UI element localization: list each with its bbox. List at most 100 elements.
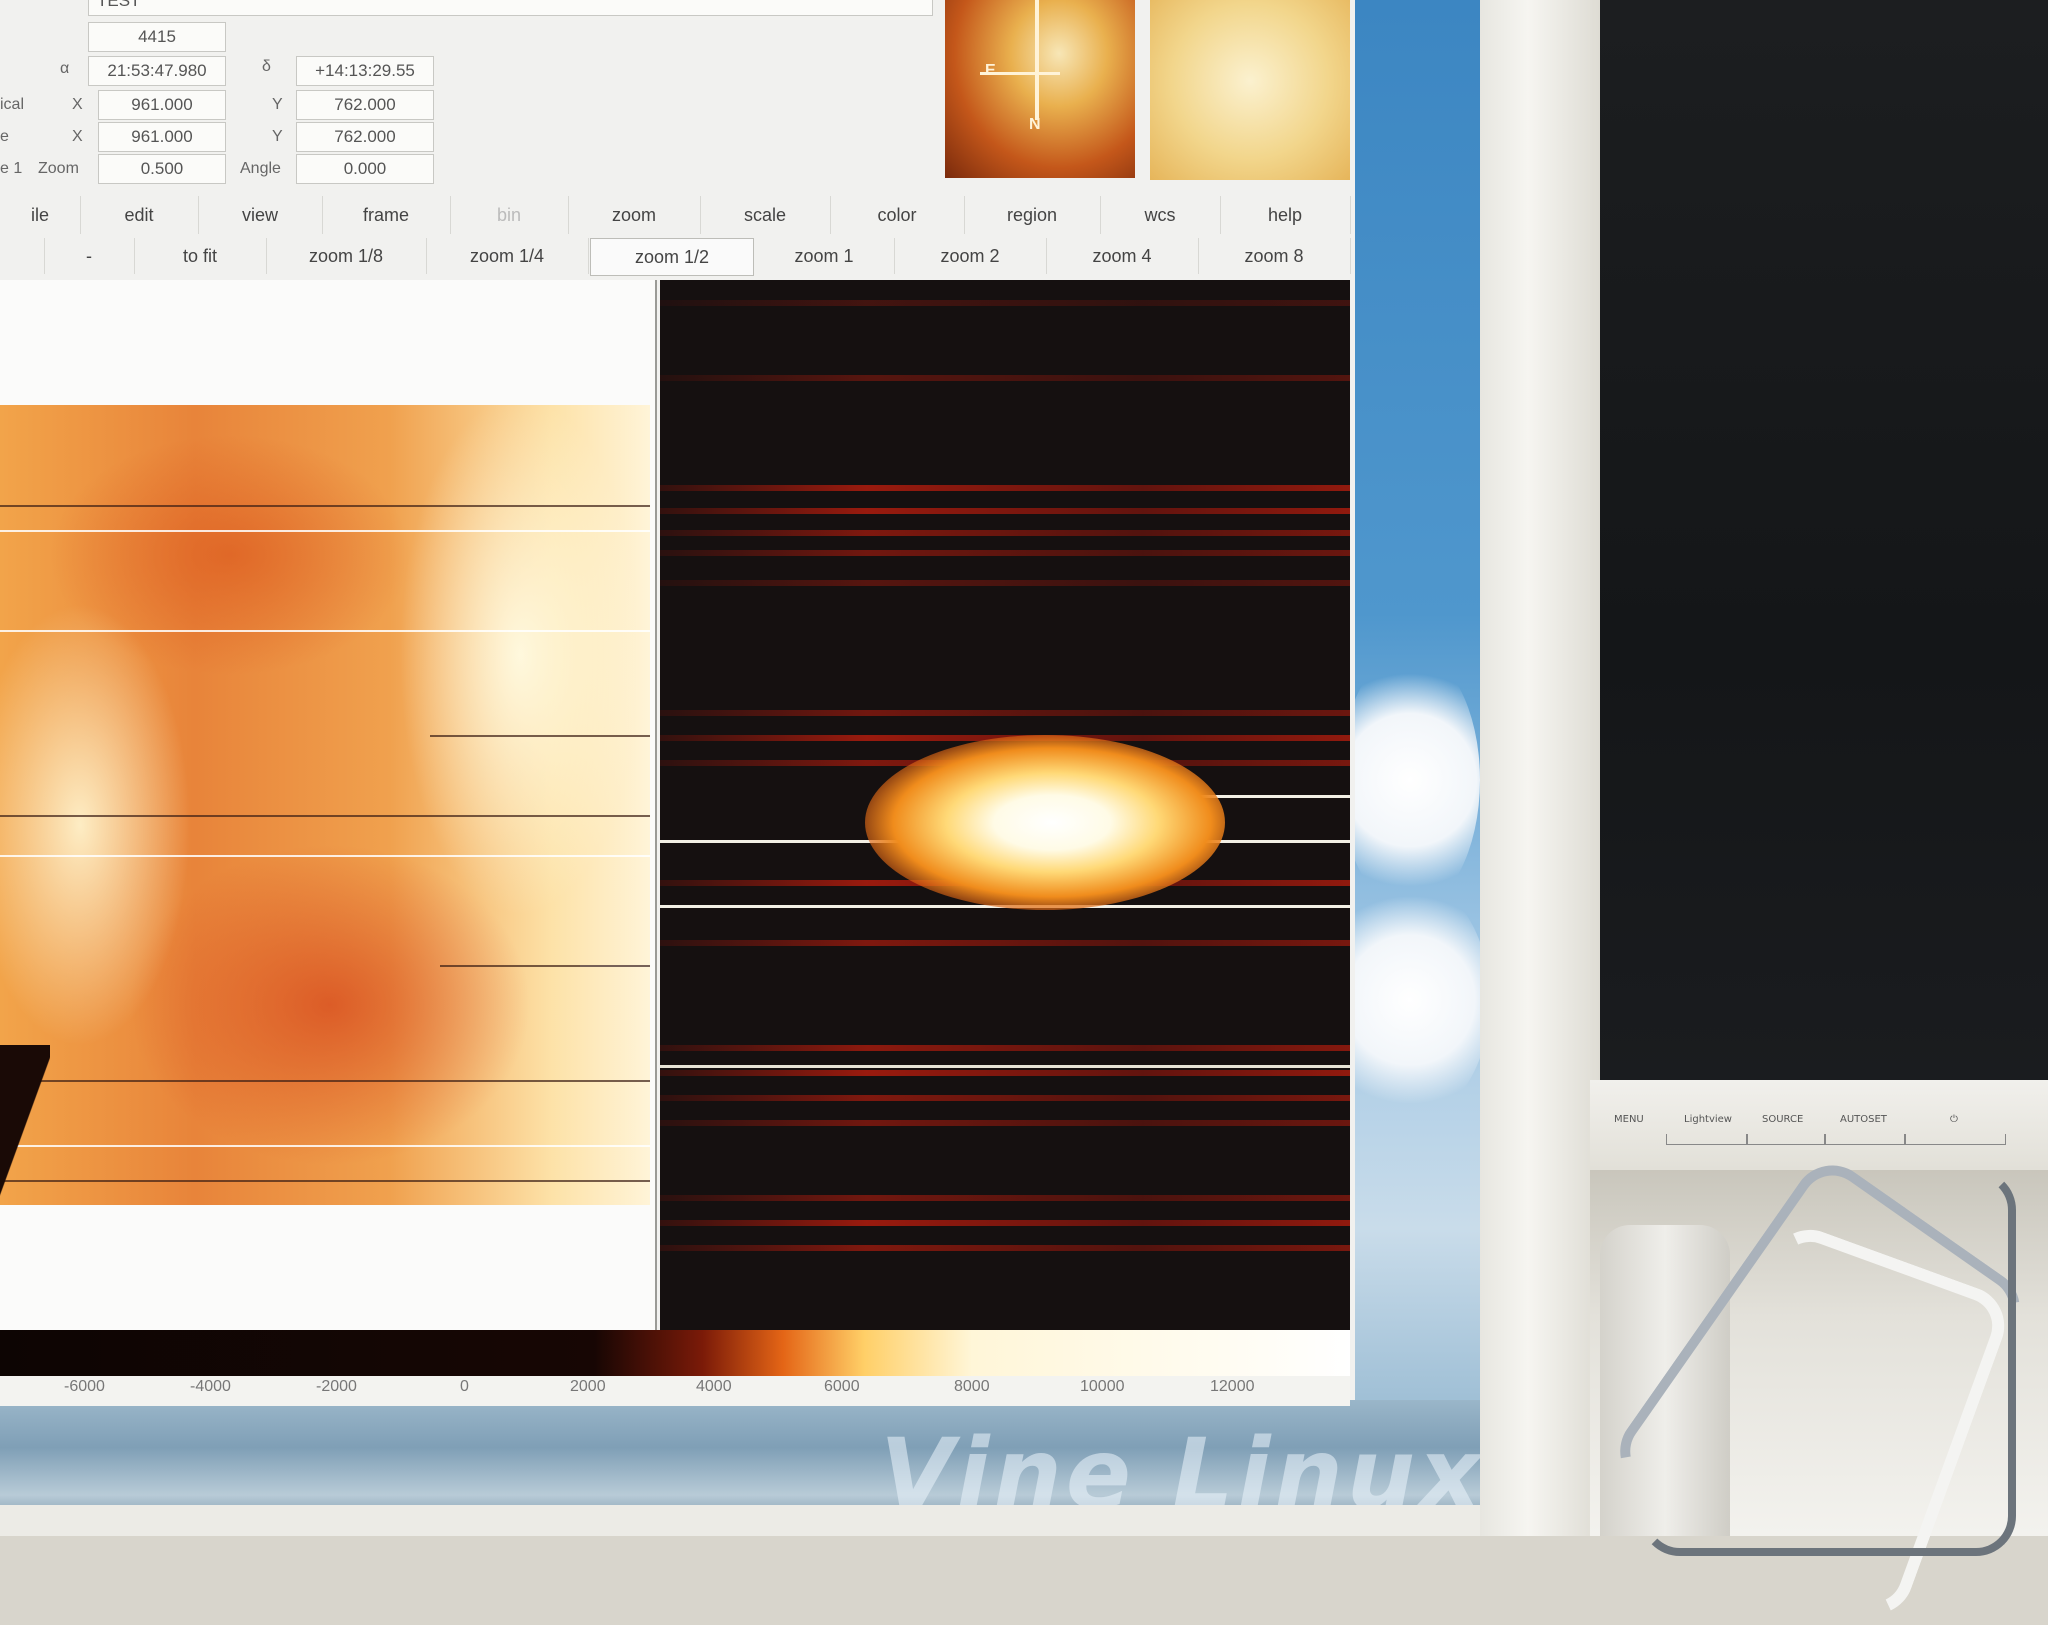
spectral-streak [660, 1245, 1350, 1251]
detector-line [0, 530, 650, 532]
zoom-4-button[interactable]: zoom 4 [1046, 238, 1199, 274]
colorbar-tick: -2000 [316, 1378, 357, 1395]
monitor-menu-button[interactable]: MENU [1614, 1114, 1644, 1125]
spectral-streak [660, 580, 1350, 586]
zoom-to-fit-button[interactable]: to fit [134, 238, 267, 274]
menu-frame[interactable]: frame [322, 196, 451, 234]
physical-y-label: Y [272, 96, 283, 113]
monitor-rocker [1904, 1134, 2006, 1145]
dec-field: +14:13:29.55 [296, 56, 434, 86]
image-x-label: X [72, 128, 83, 145]
compass-e-label: E [985, 62, 996, 79]
zoom-1-button[interactable]: zoom 1 [754, 238, 895, 274]
spectral-streak [660, 1220, 1350, 1226]
colorbar-tick: 8000 [954, 1378, 990, 1395]
second-monitor-screen [1600, 0, 2048, 1080]
colorbar-tick: 2000 [570, 1378, 606, 1395]
spectral-streak [660, 1120, 1350, 1126]
physical-label: ical [0, 96, 25, 113]
image-x-field: 961.000 [98, 122, 226, 152]
monitor-bezel-bottom [0, 1505, 1480, 1536]
spectral-streak [660, 1070, 1350, 1076]
monitor-rocker [1824, 1134, 1906, 1145]
panner-view[interactable]: N E [945, 0, 1135, 178]
image-y-field: 762.000 [296, 122, 434, 152]
menu-edit[interactable]: edit [80, 196, 199, 234]
zoom-1-8-button[interactable]: zoom 1/8 [266, 238, 427, 274]
colorbar-tick: 10000 [1080, 1378, 1125, 1395]
solar-image[interactable] [0, 405, 650, 1205]
colorbar-axis: -6000 -4000 -2000 0 2000 4000 6000 8000 … [0, 1376, 1350, 1406]
object-field: TEST [88, 0, 933, 16]
spectral-streak [660, 940, 1350, 946]
image-label: e [0, 128, 9, 145]
zoom-8-button[interactable]: zoom 8 [1198, 238, 1351, 274]
spectral-streak [660, 530, 1350, 536]
ra-label: α [60, 60, 70, 77]
physical-y-field: 762.000 [296, 90, 434, 120]
zoom-label: Zoom [38, 160, 79, 177]
physical-x-label: X [72, 96, 83, 113]
menu-help[interactable]: help [1220, 196, 1351, 234]
spectral-streak [660, 550, 1350, 556]
colorbar[interactable] [0, 1330, 1350, 1376]
menu-color[interactable]: color [830, 196, 965, 234]
detector-line [430, 735, 650, 737]
monitor-rocker [1746, 1134, 1826, 1145]
zoom-blank-button[interactable] [0, 238, 45, 274]
spectral-streak [660, 1045, 1350, 1051]
menu-bin[interactable]: bin [450, 196, 569, 234]
menu-region[interactable]: region [964, 196, 1101, 234]
spectral-streak [660, 1095, 1350, 1101]
cable [1640, 1170, 2016, 1556]
detector-line [0, 1180, 650, 1182]
detector-line [0, 855, 650, 857]
menu-wcs[interactable]: wcs [1100, 196, 1221, 234]
zoom-2-button[interactable]: zoom 2 [894, 238, 1047, 274]
zoom-field: 0.500 [98, 154, 226, 184]
monitor-lightview-button[interactable]: Lightview [1684, 1114, 1732, 1125]
detector-line [440, 965, 650, 967]
colorbar-tick: -4000 [190, 1378, 231, 1395]
detector-line [0, 630, 650, 632]
colorbar-tick: 0 [460, 1378, 469, 1395]
physical-x-field: 961.000 [98, 90, 226, 120]
dec-label: δ [262, 58, 271, 75]
colorbar-tick: -6000 [64, 1378, 105, 1395]
detector-line [660, 1065, 1350, 1068]
menu-view[interactable]: view [198, 196, 323, 234]
image-y-label: Y [272, 128, 283, 145]
detector-line [0, 815, 650, 817]
zoom-out-button[interactable]: - [44, 238, 135, 274]
compass-n-label: N [1029, 116, 1041, 133]
frame-label: e 1 [0, 160, 23, 177]
second-monitor-bezel [1590, 1080, 2048, 1170]
detector-line [0, 1080, 650, 1082]
cloud [1340, 650, 1480, 910]
colorbar-tick: 12000 [1210, 1378, 1255, 1395]
ra-field: 21:53:47.980 [88, 56, 226, 86]
monitor-autoset-button[interactable]: AUTOSET [1840, 1114, 1887, 1125]
limb-edge [0, 1045, 50, 1205]
menu-zoom[interactable]: zoom [568, 196, 701, 234]
spectral-streak [660, 375, 1350, 381]
spectral-streak [660, 485, 1350, 491]
magnifier-view [1150, 0, 1350, 180]
monitor-bezel [1480, 0, 1600, 1536]
monitor-source-button[interactable]: SOURCE [1762, 1114, 1803, 1125]
angle-label: Angle [240, 160, 281, 177]
compass-ns-line [1035, 0, 1039, 120]
menu-file[interactable]: ile [0, 196, 81, 234]
spectral-streak [660, 1195, 1350, 1201]
image-frame-right[interactable] [660, 280, 1350, 1350]
detector-line [0, 505, 650, 507]
ds9-window: TEST 4415 α 21:53:47.980 δ +14:13:29.55 … [0, 0, 1355, 1406]
detector-line [0, 1145, 650, 1147]
zoom-1-4-button[interactable]: zoom 1/4 [426, 238, 589, 274]
monitor-power-icon[interactable]: ⏻ [1950, 1114, 1958, 1125]
bright-source [865, 735, 1225, 910]
monitor-rocker [1666, 1134, 1748, 1145]
menu-scale[interactable]: scale [700, 196, 831, 234]
angle-field: 0.000 [296, 154, 434, 184]
zoom-1-2-button[interactable]: zoom 1/2 [590, 238, 754, 276]
